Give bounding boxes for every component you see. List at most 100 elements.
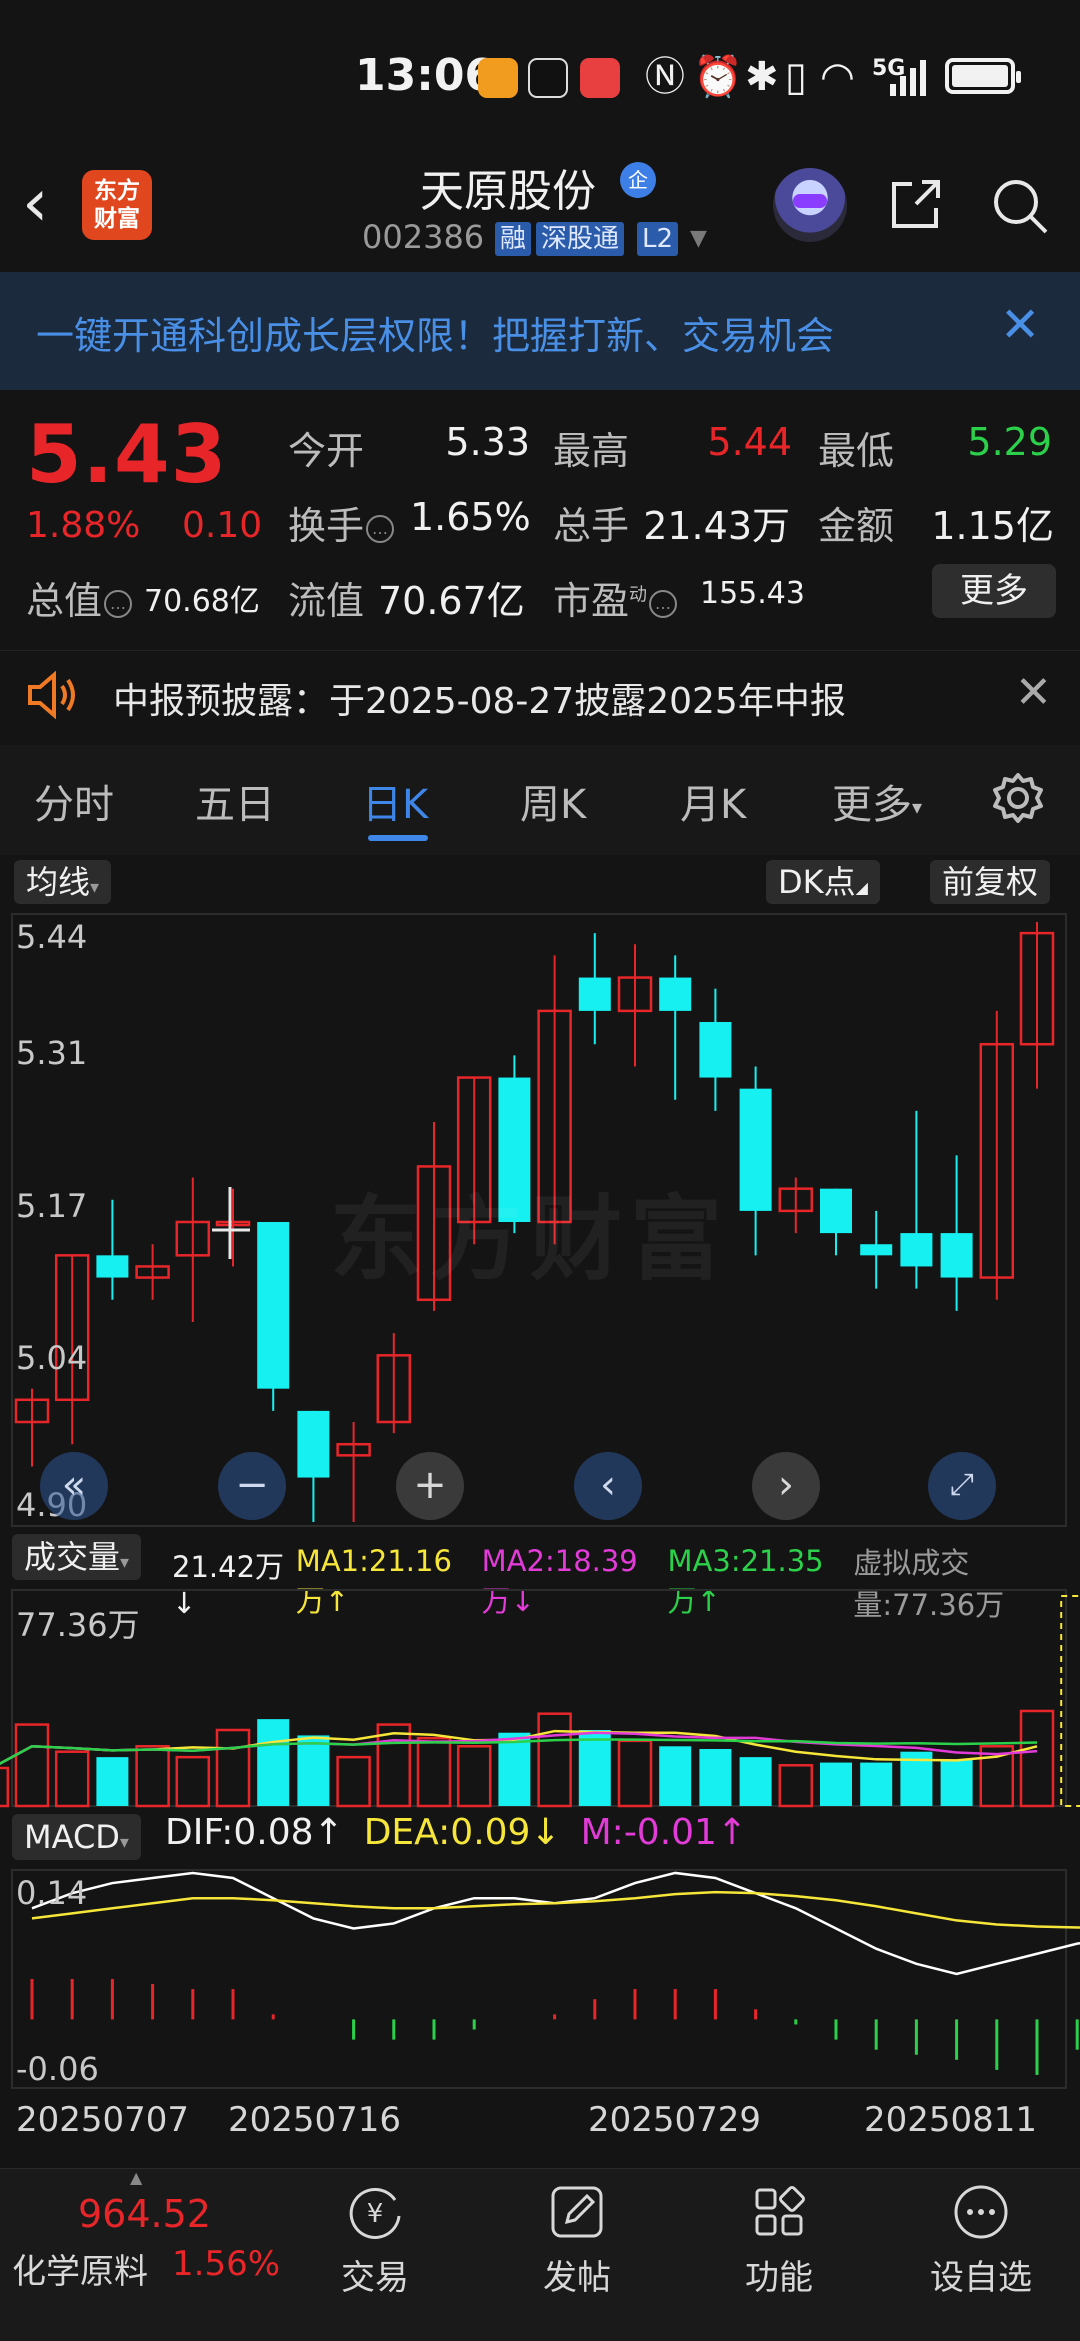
current-price: 5.43 [26, 408, 228, 501]
post-button[interactable]: 发帖 [507, 2168, 647, 2299]
open-value: 5.33 [445, 420, 530, 464]
chevron-down-icon: ▾ [119, 1832, 129, 1853]
candle-body [900, 1233, 933, 1267]
pe-value: 155.43 [700, 576, 805, 611]
battery-charging-icon [945, 58, 1021, 94]
search-icon[interactable] [990, 176, 1050, 236]
taobao-icon [478, 58, 518, 98]
volume-bar [860, 1762, 893, 1806]
candle-body [739, 1088, 772, 1211]
info-icon[interactable]: … [649, 589, 678, 618]
status-time: 13:06 [355, 50, 496, 101]
post-icon [551, 2186, 603, 2238]
close-icon[interactable]: ✕ [1000, 300, 1040, 350]
ma-selector[interactable]: 均线▾ [14, 860, 112, 904]
alarm-icon: ⏰ [693, 54, 743, 100]
tab-five-day[interactable]: 五日 [195, 772, 275, 830]
add-watchlist-button[interactable]: 设自选 [911, 2168, 1051, 2299]
back-icon[interactable]: ‹ [22, 170, 48, 236]
huawei-icon [580, 58, 620, 98]
bluetooth-icon: ✱ [745, 54, 779, 100]
fullscreen-icon[interactable]: ⤢ [928, 1452, 996, 1520]
pe-label: 市盈动… [553, 570, 678, 625]
svg-text:¥: ¥ [367, 2199, 384, 2229]
y-tick-label: 5.31 [16, 1034, 88, 1072]
volume-max-label: 77.36万 [16, 1606, 140, 1644]
info-icon[interactable]: … [104, 589, 133, 618]
tab-daily-k[interactable]: 日K [362, 772, 428, 830]
dk-point-button[interactable]: DK点◢ [766, 860, 880, 904]
app-logo: 东方 财富 [82, 170, 152, 240]
volume-bar [820, 1762, 852, 1806]
volume-bar [215, 1728, 251, 1808]
notice-text[interactable]: 中报预披露：于2025-08-27披露2025年中报 [113, 672, 846, 724]
volume-selector[interactable]: 成交量▾ [12, 1534, 142, 1580]
volume-bar [0, 1766, 10, 1808]
volume-chart[interactable] [0, 1588, 1080, 1808]
index-percent[interactable]: 1.56% [172, 2244, 280, 2284]
macd-dif: DIF:0.08↑ [165, 1812, 344, 1853]
zoom-in-icon[interactable]: + [396, 1452, 464, 1520]
chevron-down-icon[interactable]: ▼ [690, 226, 707, 251]
index-name[interactable]: 化学原料 [12, 2244, 148, 2293]
tab-intraday[interactable]: 分时 [34, 772, 114, 830]
y-tick-label: 5.04 [16, 1339, 88, 1377]
share-icon[interactable] [888, 176, 944, 232]
change-percent: 1.88% [26, 505, 141, 546]
volume-label: 总手 [553, 504, 630, 548]
volume-bar [297, 1735, 330, 1806]
more-button[interactable]: 更多 [932, 564, 1056, 618]
volume-bar [699, 1748, 732, 1806]
fast-back-icon[interactable]: « [40, 1452, 108, 1520]
volume-bar [14, 1723, 50, 1808]
volume-bar [617, 1739, 653, 1808]
close-icon[interactable]: ✕ [1015, 668, 1052, 718]
chevron-down-icon: ▾ [120, 1552, 130, 1573]
prev-icon[interactable]: ‹ [574, 1452, 642, 1520]
volume-bar [659, 1746, 692, 1806]
low-value: 5.29 [967, 420, 1052, 464]
volume-bar [739, 1757, 772, 1806]
tab-monthly-k[interactable]: 月K [680, 772, 746, 830]
gear-icon[interactable] [992, 772, 1044, 824]
candle-body [659, 977, 692, 1011]
index-value[interactable]: 964.52 [78, 2192, 211, 2236]
enterprise-badge: 企 [620, 162, 656, 198]
candle-body [940, 1233, 973, 1278]
info-icon[interactable]: … [366, 514, 395, 543]
candle-body [578, 977, 611, 1011]
volume-bar [336, 1755, 371, 1808]
chevron-up-icon[interactable]: ▲ [130, 2168, 142, 2187]
mktcap-value: 70.68亿 [144, 584, 260, 619]
open-label: 今开 [288, 429, 365, 473]
active-tab-indicator [368, 835, 428, 841]
macd-chart[interactable] [0, 1868, 1080, 2090]
volume-bar [456, 1745, 492, 1808]
next-icon[interactable]: › [752, 1452, 820, 1520]
chevron-down-icon: ▾ [912, 795, 923, 819]
volume-bar [257, 1719, 290, 1806]
tab-weekly-k[interactable]: 周K [520, 772, 586, 830]
banner-text[interactable]: 一键开通科创成长层权限！把握打新、交易机会 [36, 305, 834, 360]
turnover-value: 1.65% [410, 495, 531, 539]
adjust-button[interactable]: 前复权 [930, 860, 1051, 904]
zoom-out-icon[interactable]: − [218, 1452, 286, 1520]
trade-button[interactable]: ¥ 交易 [305, 2168, 445, 2299]
watermark: 东方财富 [330, 1186, 731, 1293]
x-tick-label: 20250729 [588, 2100, 762, 2140]
macd-dea-line [31, 1890, 1080, 1929]
notice-divider [0, 650, 1080, 651]
x-tick-label: 20250707 [16, 2100, 190, 2140]
volume-bar [778, 1764, 814, 1808]
candle-body [860, 1244, 893, 1256]
macd-max-label: 0.14 [16, 1874, 88, 1912]
function-button[interactable]: 功能 [709, 2168, 849, 2299]
tab-more[interactable]: 更多▾ [832, 772, 922, 830]
nfc-icon: Ⓝ [645, 54, 685, 100]
amount-label: 金额 [818, 504, 895, 548]
macd-m: M:-0.01↑ [580, 1812, 748, 1853]
float-value: 70.67亿 [378, 579, 525, 623]
stock-name: 天原股份 [420, 166, 596, 217]
macd-selector[interactable]: MACD▾ [12, 1814, 141, 1860]
candle-body [699, 1022, 732, 1078]
